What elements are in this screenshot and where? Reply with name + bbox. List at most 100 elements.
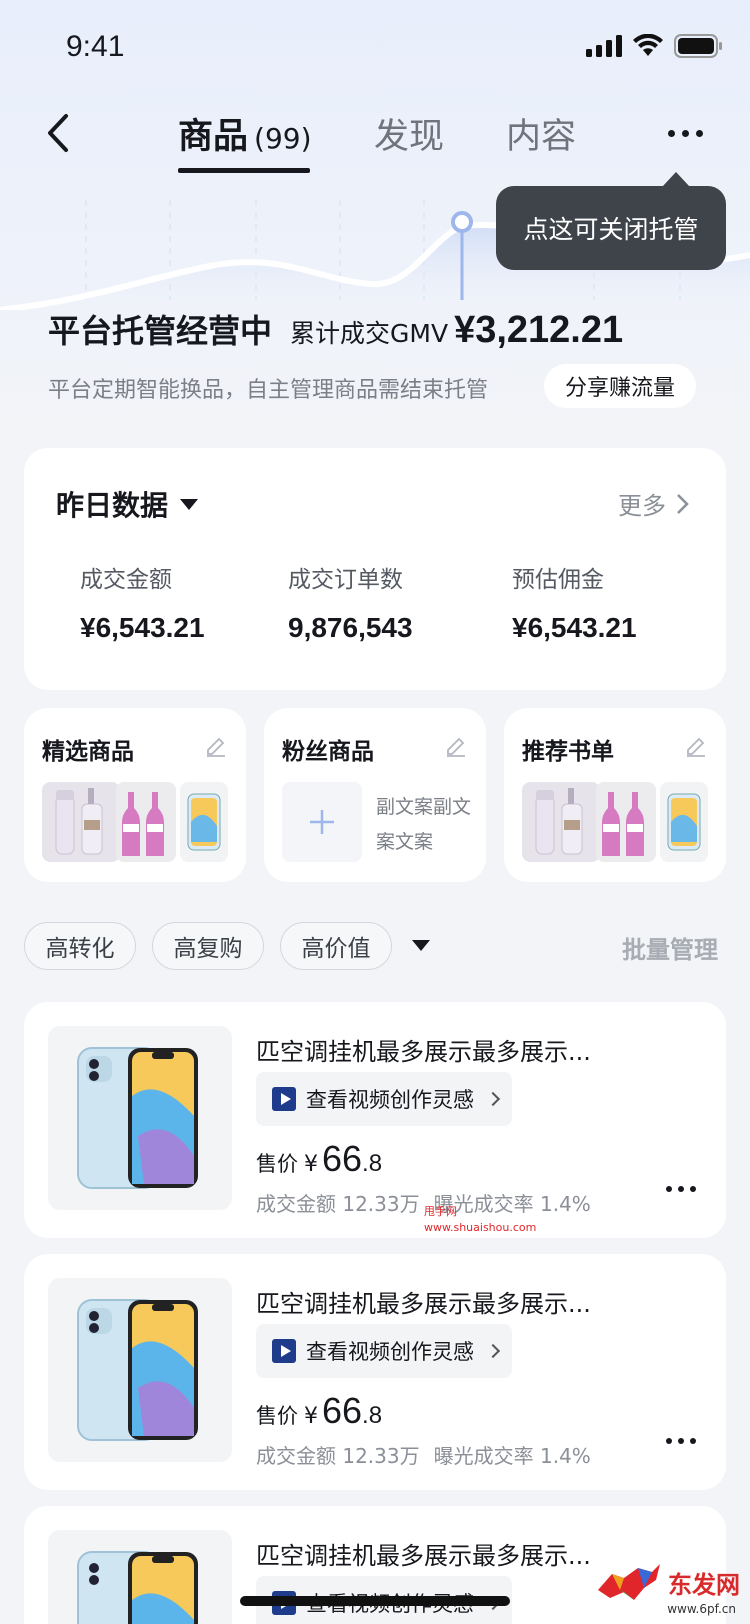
product-price: 售价 ¥ 66 .8 (256, 1390, 382, 1432)
chevron-right-icon (485, 1343, 501, 1359)
more-link[interactable]: 更多 (618, 486, 690, 521)
collection-title: 精选商品 (42, 739, 134, 765)
share-button[interactable]: 分享赚流量 (544, 364, 696, 408)
stat-gmv: 成交金额 12.33万 (256, 1444, 420, 1468)
collection-card-featured[interactable]: 精选商品 (24, 708, 246, 882)
tab-products-count: (99) (254, 122, 312, 155)
filter-chip-high-value[interactable]: 高价值 (280, 922, 392, 970)
watermark-url: www.shuaishou.com (424, 1221, 537, 1234)
rio-drink-bottles-image (116, 782, 176, 862)
hero-subtitle: 平台定期智能换品，自主管理商品需结束托管 (48, 378, 489, 403)
caret-down-icon (180, 498, 199, 510)
more-label: 更多 (618, 492, 666, 520)
yesterday-data-card: 昨日数据 更多 成交金额 ¥6,543.21 成交订单数 9,876,543 预… (24, 448, 726, 690)
product-title: 匹空调挂机最多展示最多展示... (256, 1290, 591, 1318)
status-bar: 9:41 (0, 0, 750, 96)
product-card[interactable]: 匹空调挂机最多展示最多展示... 查看视频创作灵感 售价 ¥ 66 .8 成交金… (24, 1254, 726, 1490)
collection-thumbnails (522, 782, 708, 862)
phone-image (77, 1047, 198, 1189)
product-image (48, 1278, 232, 1462)
product-stats: 成交金额 12.33万 曝光成交率 1.4% (256, 1440, 591, 1469)
metric-orders: 成交订单数 9,876,543 (288, 560, 413, 644)
watermark: 甩手网 www.shuaishou.com (424, 1204, 536, 1236)
price-decimal: .8 (362, 1150, 383, 1177)
price-symbol: ¥ (304, 1404, 318, 1429)
status-icons (586, 34, 722, 58)
wifi-icon (633, 34, 663, 56)
metric-gmv: 成交金额 ¥6,543.21 (80, 560, 205, 644)
video-inspiration-button[interactable]: 查看视频创作灵感 (256, 1072, 512, 1126)
product-card[interactable]: 匹空调挂机最多展示最多展示... 查看视频创作灵感 售价 ¥ 66 .8 成交金… (24, 1002, 726, 1238)
price-symbol: ¥ (304, 1152, 318, 1177)
video-inspiration-button[interactable]: 查看视频创作灵感 (256, 1324, 512, 1378)
rio-drink-bottles-image (596, 782, 656, 862)
tab-content[interactable]: 内容 (506, 108, 576, 159)
top-nav: 商品 (99) 发现 内容 (0, 96, 750, 186)
brand-url: www.6pf.cn (667, 1602, 736, 1616)
dot-icon (690, 1438, 696, 1444)
play-icon (272, 1087, 296, 1111)
back-icon[interactable] (36, 108, 86, 158)
collection-title: 推荐书单 (522, 739, 614, 765)
watermark-name: 甩手网 (424, 1205, 457, 1218)
product-title: 匹空调挂机最多展示最多展示... (256, 1038, 591, 1066)
chevron-right-icon (677, 493, 689, 514)
video-inspiration-label: 查看视频创作灵感 (306, 1340, 474, 1364)
collection-card-booklist[interactable]: 推荐书单 (504, 708, 726, 882)
dot-icon (666, 1186, 672, 1192)
product-image (48, 1026, 232, 1210)
brand-name: 东发网 (668, 1569, 740, 1599)
add-item-button[interactable] (282, 782, 362, 862)
signal-icon (586, 35, 622, 57)
edit-icon[interactable] (684, 734, 708, 758)
dot-icon (690, 1186, 696, 1192)
phone-image (180, 782, 228, 862)
product-image (48, 1530, 232, 1624)
price-decimal: .8 (362, 1402, 383, 1429)
chevron-right-icon (485, 1091, 501, 1107)
dot-icon (681, 129, 689, 137)
bull-logo-icon (598, 1564, 660, 1600)
metric-label: 成交订单数 (288, 567, 403, 593)
phone-image (77, 1551, 198, 1624)
hero-title-row: 平台托管经营中 累计成交GMV ¥3,212.21 (48, 306, 623, 352)
batch-manage-button[interactable]: 批量管理 (622, 930, 718, 965)
collection-title: 粉丝商品 (282, 739, 374, 765)
home-indicator[interactable] (240, 1596, 510, 1606)
metric-commission: 预估佣金 ¥6,543.21 (512, 560, 637, 644)
product-more-button[interactable] (666, 1438, 696, 1444)
battery-icon (674, 34, 722, 58)
data-period-selector[interactable]: 昨日数据 (56, 484, 199, 524)
tab-products[interactable]: 商品 (99) (178, 108, 312, 159)
filter-bar: 高转化 高复购 高价值 批量管理 (24, 922, 726, 970)
filter-chip-high-conversion[interactable]: 高转化 (24, 922, 136, 970)
filter-chip-high-repurchase[interactable]: 高复购 (152, 922, 264, 970)
cosmetics-bottles-image (42, 782, 120, 862)
dot-icon (666, 1438, 672, 1444)
edit-icon[interactable] (444, 734, 468, 758)
phone-image (77, 1299, 198, 1441)
play-icon (272, 1339, 296, 1363)
data-card-title: 昨日数据 (56, 489, 169, 522)
gmv-value: ¥3,212.21 (454, 309, 624, 351)
product-price: 售价 ¥ 66 .8 (256, 1138, 382, 1180)
price-label: 售价 (256, 1152, 298, 1176)
collection-thumbnails (42, 782, 228, 862)
price-label: 售价 (256, 1404, 298, 1428)
edit-icon[interactable] (204, 734, 228, 758)
stat-gmv: 成交金额 12.33万 (256, 1192, 420, 1216)
gmv-label: 累计成交GMV (290, 319, 449, 348)
product-more-button[interactable] (666, 1186, 696, 1192)
tab-products-label: 商品 (178, 117, 249, 157)
filter-dropdown-icon[interactable] (412, 940, 430, 951)
more-options-button[interactable] (660, 120, 710, 146)
tab-discover[interactable]: 发现 (374, 108, 444, 159)
active-tab-indicator (178, 168, 310, 173)
dot-icon (678, 1186, 684, 1192)
price-integer: 66 (322, 1138, 363, 1179)
metric-value: ¥6,543.21 (80, 612, 205, 643)
close-hosting-tooltip[interactable]: 点这可关闭托管 (496, 172, 726, 270)
video-inspiration-label: 查看视频创作灵感 (306, 1088, 474, 1112)
collection-card-fans[interactable]: 粉丝商品 副文案副文案文案 (264, 708, 486, 882)
cosmetics-bottles-image (522, 782, 600, 862)
